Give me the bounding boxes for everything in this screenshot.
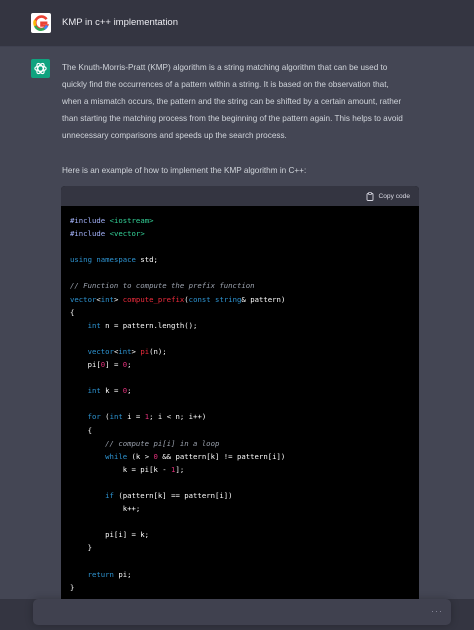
code-line: vector<int> compute_prefix(const string&… <box>70 294 286 304</box>
code-line: { <box>87 425 92 435</box>
code-line: // compute pi[i] in a loop <box>70 438 220 448</box>
code-line: int k = 0; <box>87 386 132 396</box>
code-line: // Function to compute the prefix functi… <box>70 281 255 291</box>
code-line: while (k > 0 && pattern[k] != pattern[i]… <box>105 451 286 461</box>
more-options-icon[interactable]: ··· <box>431 606 443 616</box>
assistant-example-line: Here is an example of how to implement t… <box>62 166 307 175</box>
code-line: } <box>87 543 92 553</box>
code-line: return pi; <box>87 569 132 579</box>
copy-code-label: Copy code <box>378 193 410 200</box>
code-line: } <box>70 582 75 592</box>
code-line: int n = pattern.length(); <box>87 320 198 330</box>
chatgpt-avatar <box>31 59 50 78</box>
copy-code-button[interactable]: Copy code <box>366 191 410 202</box>
code-line: using namespace std; <box>70 255 158 265</box>
user-message-text: KMP in c++ implementation <box>62 17 178 28</box>
user-avatar <box>31 13 51 33</box>
code-content: #include <iostream> #include <vector> us… <box>70 214 285 594</box>
google-logo-icon <box>33 15 50 31</box>
clipboard-icon <box>367 192 374 201</box>
code-line: { <box>70 307 75 317</box>
user-message-row: KMP in c++ implementation <box>0 0 474 47</box>
code-line: #include <vector> <box>70 229 145 239</box>
code-line: k++; <box>122 504 141 514</box>
code-line: for (int i = 1; i < n; i++) <box>87 412 207 422</box>
code-line: if (pattern[k] == pattern[i]) <box>105 490 233 500</box>
openai-logo-icon <box>34 62 47 75</box>
code-line: #include <iostream> <box>70 216 154 225</box>
code-block: Copy code #include <iostream> #include <… <box>61 186 419 606</box>
assistant-intro-paragraph: The Knuth-Morris-Pratt (KMP) algorithm i… <box>62 63 403 140</box>
code-line: k = pi[k - 1]; <box>70 464 185 474</box>
code-line: vector<int> pi(n); <box>87 346 167 356</box>
code-block-header: Copy code <box>61 186 419 206</box>
code-line: pi[i] = k; <box>105 530 150 540</box>
message-input-box[interactable]: ··· <box>33 599 451 625</box>
code-line: pi[0] = 0; <box>70 360 132 370</box>
